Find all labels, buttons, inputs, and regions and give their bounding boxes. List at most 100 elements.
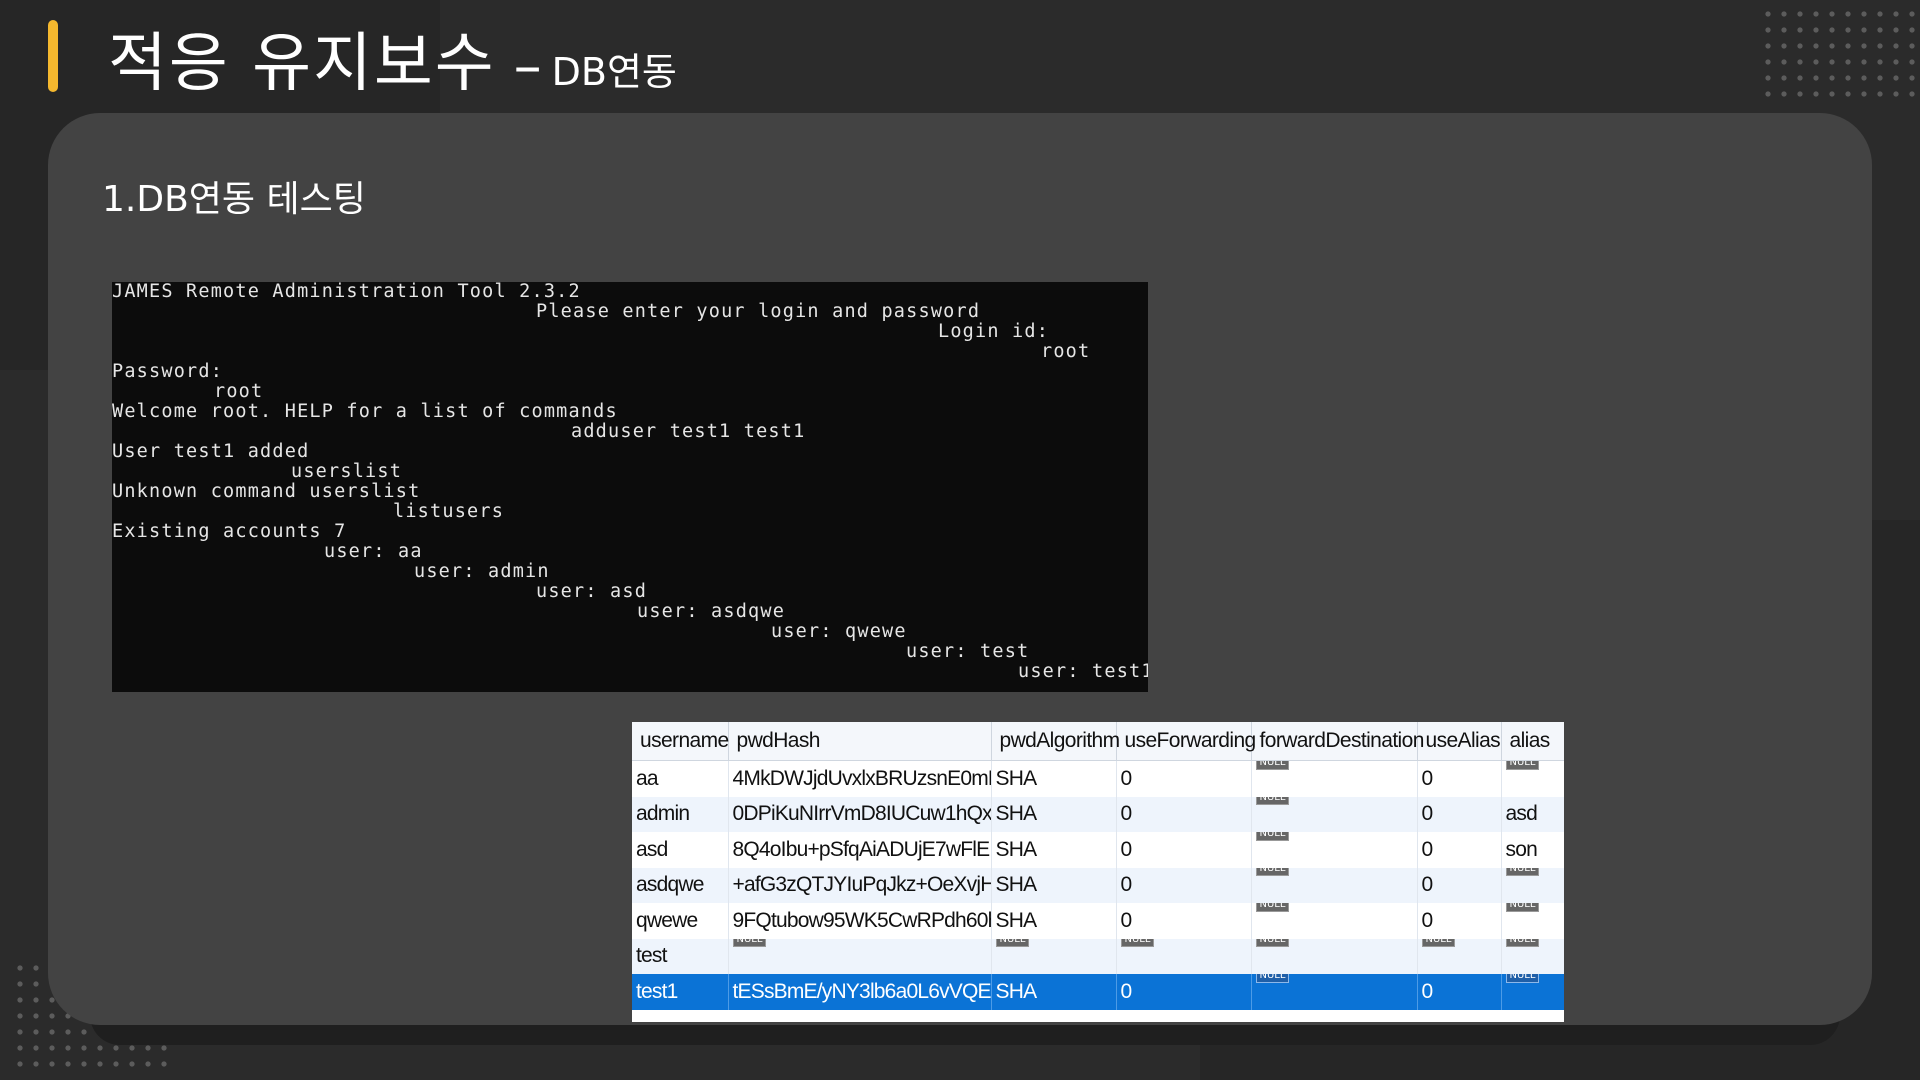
table-cell[interactable]: +afG3zQTJYIuPqJkz+OeXvjH: [728, 867, 992, 903]
terminal-line: user: admin: [414, 561, 550, 582]
table-cell[interactable]: NULL: [1251, 832, 1418, 868]
table-cell[interactable]: SHA: [991, 903, 1117, 939]
table-cell[interactable]: SHA: [991, 867, 1117, 903]
table-cell[interactable]: test1: [632, 974, 729, 1010]
terminal-screenshot: JAMES Remote Administration Tool 2.3.2 P…: [112, 282, 1148, 692]
slide-title-main: 적응 유지보수: [108, 27, 496, 101]
table-cell[interactable]: 8Q4oIbu+pSfqAiADUjE7wFlE: [728, 832, 992, 868]
table-cell[interactable]: NULL: [1501, 903, 1564, 939]
terminal-line: Password:: [112, 361, 224, 382]
column-header: useAlias: [1417, 722, 1502, 761]
table-row[interactable]: test NULL NULL NULL NULL NULL NULL: [632, 938, 1564, 974]
table-cell[interactable]: NULL: [1251, 938, 1418, 974]
table-cell[interactable]: 0: [1417, 867, 1502, 903]
table-cell[interactable]: 0: [1116, 974, 1252, 1010]
table-cell[interactable]: 0: [1417, 832, 1502, 868]
column-header: alias: [1501, 722, 1564, 761]
table-cell[interactable]: asd: [632, 832, 729, 868]
terminal-line: userslist: [291, 461, 403, 482]
table-cell[interactable]: 0: [1417, 903, 1502, 939]
null-badge: NULL: [1505, 903, 1540, 912]
table-cell[interactable]: son: [1501, 832, 1564, 868]
table-cell[interactable]: NULL: [991, 938, 1117, 974]
table-cell[interactable]: NULL: [1116, 938, 1252, 974]
column-header: useForwarding: [1116, 722, 1256, 761]
table-cell[interactable]: test: [632, 938, 729, 974]
terminal-line: Existing accounts 7: [112, 521, 347, 542]
table-row[interactable]: qwewe 9FQtubow95WK5CwRPdh60h+y SHA 0 NULL 0 NU…: [632, 903, 1564, 939]
table-cell[interactable]: 0: [1116, 796, 1252, 832]
terminal-line: Login id:: [938, 321, 1050, 342]
null-badge: NULL: [1505, 974, 1540, 983]
table-cell[interactable]: NULL: [1501, 760, 1564, 797]
table-cell[interactable]: NULL: [1417, 938, 1502, 974]
null-badge: NULL: [1255, 974, 1290, 983]
table-row[interactable]: test1 tESsBmE/yNY3lb6a0L6vVQEZ SHA 0 NULL 0 NU…: [632, 974, 1564, 1010]
slide-title-sub: DB연동: [551, 50, 677, 94]
column-header: pwdHash: [728, 722, 992, 761]
table-cell[interactable]: NULL: [1251, 903, 1418, 939]
database-table-screenshot: username pwdHash pwdAlgorithm useForward…: [632, 722, 1564, 1022]
null-badge: NULL: [1255, 796, 1290, 806]
terminal-line: Unknown command userslist: [112, 481, 421, 502]
table-cell[interactable]: 0: [1417, 760, 1502, 797]
terminal-line: listusers: [393, 501, 505, 522]
table-cell[interactable]: SHA: [991, 796, 1117, 832]
terminal-line: Welcome root. HELP for a list of command…: [112, 401, 618, 422]
table-cell[interactable]: asd: [1501, 796, 1564, 832]
table-cell[interactable]: NULL: [1251, 974, 1418, 1010]
terminal-line: JAMES Remote Administration Tool 2.3.2: [112, 282, 581, 302]
terminal-line: root: [214, 381, 264, 402]
table-cell[interactable]: 0DPiKuNIrrVmD8IUCuw1hQxN: [728, 796, 992, 832]
table-row[interactable]: asd 8Q4oIbu+pSfqAiADUjE7wFlE SHA 0 NULL 0 son: [632, 832, 1564, 868]
title-accent-bar: [48, 20, 58, 92]
table-cell[interactable]: NULL: [728, 938, 992, 974]
null-badge: NULL: [1255, 903, 1290, 912]
terminal-line: User test1 added: [112, 441, 310, 462]
null-badge: NULL: [1120, 938, 1155, 948]
table-cell[interactable]: 0: [1116, 867, 1252, 903]
table-header-row: username pwdHash pwdAlgorithm useForward…: [632, 722, 1564, 761]
table-cell[interactable]: NULL: [1251, 760, 1418, 797]
table-cell[interactable]: 4MkDWJjdUvxlxBRUzsnE0mEb: [728, 760, 992, 797]
null-badge: NULL: [732, 938, 767, 948]
table-cell[interactable]: aa: [632, 760, 729, 797]
terminal-line: user: test1: [1018, 661, 1148, 682]
table-cell[interactable]: NULL: [1251, 867, 1418, 903]
table-cell[interactable]: asdqwe: [632, 867, 729, 903]
table-cell[interactable]: NULL: [1501, 938, 1564, 974]
table-cell[interactable]: 0: [1417, 796, 1502, 832]
terminal-line: user: asd: [536, 581, 648, 602]
table-cell[interactable]: NULL: [1501, 867, 1564, 903]
table-cell[interactable]: 0: [1116, 832, 1252, 868]
table-cell[interactable]: 9FQtubow95WK5CwRPdh60h+y: [728, 903, 992, 939]
table-cell[interactable]: 0: [1417, 974, 1502, 1010]
table-cell[interactable]: SHA: [991, 974, 1117, 1010]
column-header: pwdAlgorithm: [991, 722, 1120, 761]
table-cell[interactable]: SHA: [991, 760, 1117, 797]
table-cell[interactable]: 0: [1116, 903, 1252, 939]
slide-title: 적응 유지보수 – DB연동: [108, 12, 677, 104]
table-row[interactable]: asdqwe +afG3zQTJYIuPqJkz+OeXvjH SHA 0 NULL 0 N…: [632, 867, 1564, 903]
column-header: username: [632, 722, 729, 761]
table-cell[interactable]: SHA: [991, 832, 1117, 868]
null-badge: NULL: [1255, 938, 1290, 948]
table-row[interactable]: admin 0DPiKuNIrrVmD8IUCuw1hQxN SHA 0 NULL 0 as…: [632, 796, 1564, 832]
null-badge: NULL: [995, 938, 1030, 948]
table-cell[interactable]: qwewe: [632, 903, 729, 939]
users-table: username pwdHash pwdAlgorithm useForward…: [632, 722, 1564, 1010]
dot-pattern-decoration: [1760, 6, 1920, 102]
table-cell[interactable]: NULL: [1501, 974, 1564, 1010]
table-cell[interactable]: 0: [1116, 760, 1252, 797]
table-cell[interactable]: admin: [632, 796, 729, 832]
null-badge: NULL: [1255, 832, 1290, 841]
column-header: forwardDestination: [1251, 722, 1424, 761]
null-badge: NULL: [1505, 938, 1540, 948]
null-badge: NULL: [1255, 760, 1290, 770]
table-row[interactable]: aa 4MkDWJjdUvxlxBRUzsnE0mEb SHA 0 NULL 0 NULL: [632, 760, 1564, 797]
table-cell[interactable]: NULL: [1251, 796, 1418, 832]
table-cell[interactable]: tESsBmE/yNY3lb6a0L6vVQEZ: [728, 974, 992, 1010]
terminal-line: user: qwewe: [771, 621, 907, 642]
terminal-line: Please enter your login and password: [536, 301, 981, 322]
terminal-line: user: test: [906, 641, 1030, 662]
